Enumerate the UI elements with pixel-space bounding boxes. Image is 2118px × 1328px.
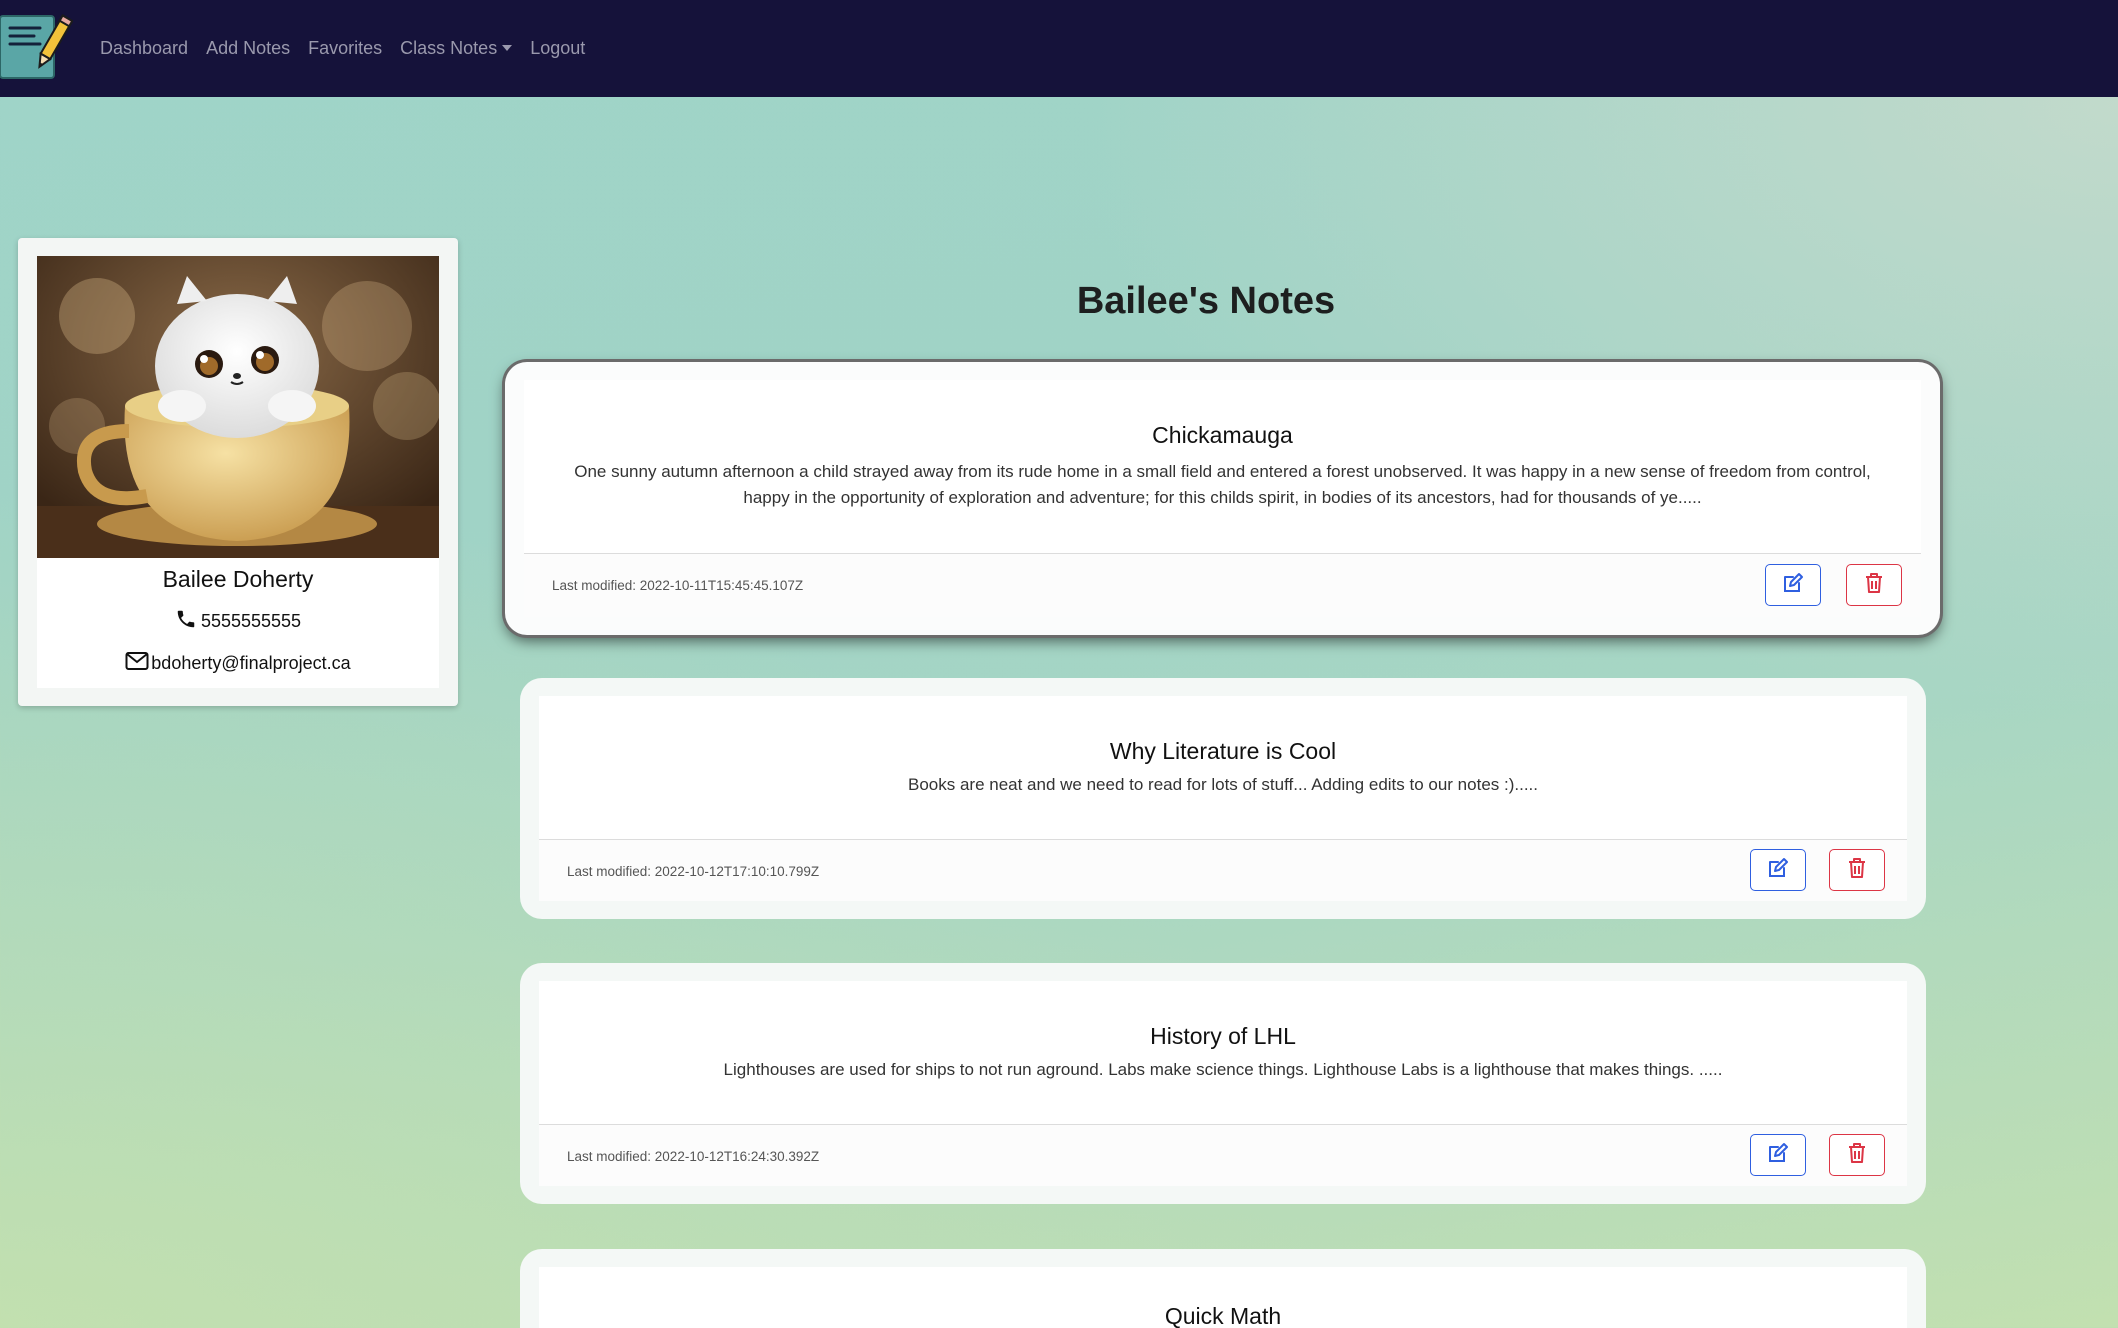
note-excerpt: Lighthouses are used for ships to not ru… xyxy=(723,1060,1723,1079)
edit-note-button[interactable] xyxy=(1750,1134,1806,1176)
pencil-square-icon xyxy=(1766,856,1790,885)
note-footer: Last modified: 2022-10-12T17:10:10.799Z xyxy=(539,840,1907,901)
pencil-square-icon xyxy=(1766,1141,1790,1170)
trash-icon xyxy=(1863,571,1885,600)
phone-icon xyxy=(175,608,197,635)
note-title: Why Literature is Cool xyxy=(1109,738,1337,764)
nav-class-notes-label: Class Notes xyxy=(400,38,498,58)
nav-favorites[interactable]: Favorites xyxy=(308,36,382,60)
note-card[interactable]: Chickamauga One sunny autumn afternoon a… xyxy=(505,362,1940,635)
profile-card-body: Bailee Doherty 5555555555 bdoherty@final… xyxy=(37,256,439,688)
note-card-body: Chickamauga One sunny autumn afternoon a… xyxy=(524,380,1921,617)
edit-note-button[interactable] xyxy=(1765,564,1821,606)
envelope-icon xyxy=(125,651,149,676)
note-footer: Last modified: 2022-10-11T15:45:45.107Z xyxy=(524,554,1921,617)
profile-name: Bailee Doherty xyxy=(162,566,314,592)
note-title: History of LHL xyxy=(1150,1023,1296,1049)
note-excerpt: One sunny autumn afternoon a child stray… xyxy=(574,462,1871,507)
delete-note-button[interactable] xyxy=(1829,849,1885,891)
avatar xyxy=(37,256,439,558)
note-title: Quick Math xyxy=(1164,1303,1282,1328)
nav-add-notes[interactable]: Add Notes xyxy=(206,36,290,60)
note-modified: Last modified: 2022-10-11T15:45:45.107Z xyxy=(552,578,804,593)
logo-notepad-pencil-icon[interactable] xyxy=(0,14,74,81)
pencil-square-icon xyxy=(1781,571,1805,600)
profile-phone: 5555555555 xyxy=(37,608,439,635)
trash-icon xyxy=(1846,856,1868,885)
delete-note-button[interactable] xyxy=(1829,1134,1885,1176)
note-card-body: Why Literature is Cool Books are neat an… xyxy=(539,696,1907,901)
note-card[interactable]: Quick Math xyxy=(520,1249,1926,1328)
profile-email-address: bdoherty@finalproject.ca xyxy=(151,653,351,673)
note-card[interactable]: History of LHL Lighthouses are used for … xyxy=(520,963,1926,1204)
nav-links: Dashboard Add Notes Favorites Class Note… xyxy=(100,36,603,60)
note-title: Chickamauga xyxy=(1152,422,1293,448)
note-modified: Last modified: 2022-10-12T16:24:30.392Z xyxy=(567,1149,820,1164)
page-title: Bailee's Notes xyxy=(1076,280,1336,322)
note-excerpt: Books are neat and we need to read for l… xyxy=(907,775,1538,794)
profile-phone-number: 5555555555 xyxy=(200,611,302,631)
note-card-body: History of LHL Lighthouses are used for … xyxy=(539,981,1907,1186)
profile-email: bdoherty@finalproject.ca xyxy=(37,651,439,676)
delete-note-button[interactable] xyxy=(1846,564,1902,606)
nav-dashboard[interactable]: Dashboard xyxy=(100,36,188,60)
nav-class-notes-dropdown[interactable]: Class Notes xyxy=(400,36,513,60)
profile-card: Bailee Doherty 5555555555 bdoherty@final… xyxy=(18,238,458,706)
note-card[interactable]: Why Literature is Cool Books are neat an… xyxy=(520,678,1926,919)
trash-icon xyxy=(1846,1141,1868,1170)
edit-note-button[interactable] xyxy=(1750,849,1806,891)
note-modified: Last modified: 2022-10-12T17:10:10.799Z xyxy=(567,864,820,879)
note-card-body: Quick Math xyxy=(539,1267,1907,1328)
note-footer: Last modified: 2022-10-12T16:24:30.392Z xyxy=(539,1125,1907,1186)
navbar: Dashboard Add Notes Favorites Class Note… xyxy=(0,0,2118,97)
caret-down-icon xyxy=(502,45,513,51)
nav-logout[interactable]: Logout xyxy=(530,36,585,60)
